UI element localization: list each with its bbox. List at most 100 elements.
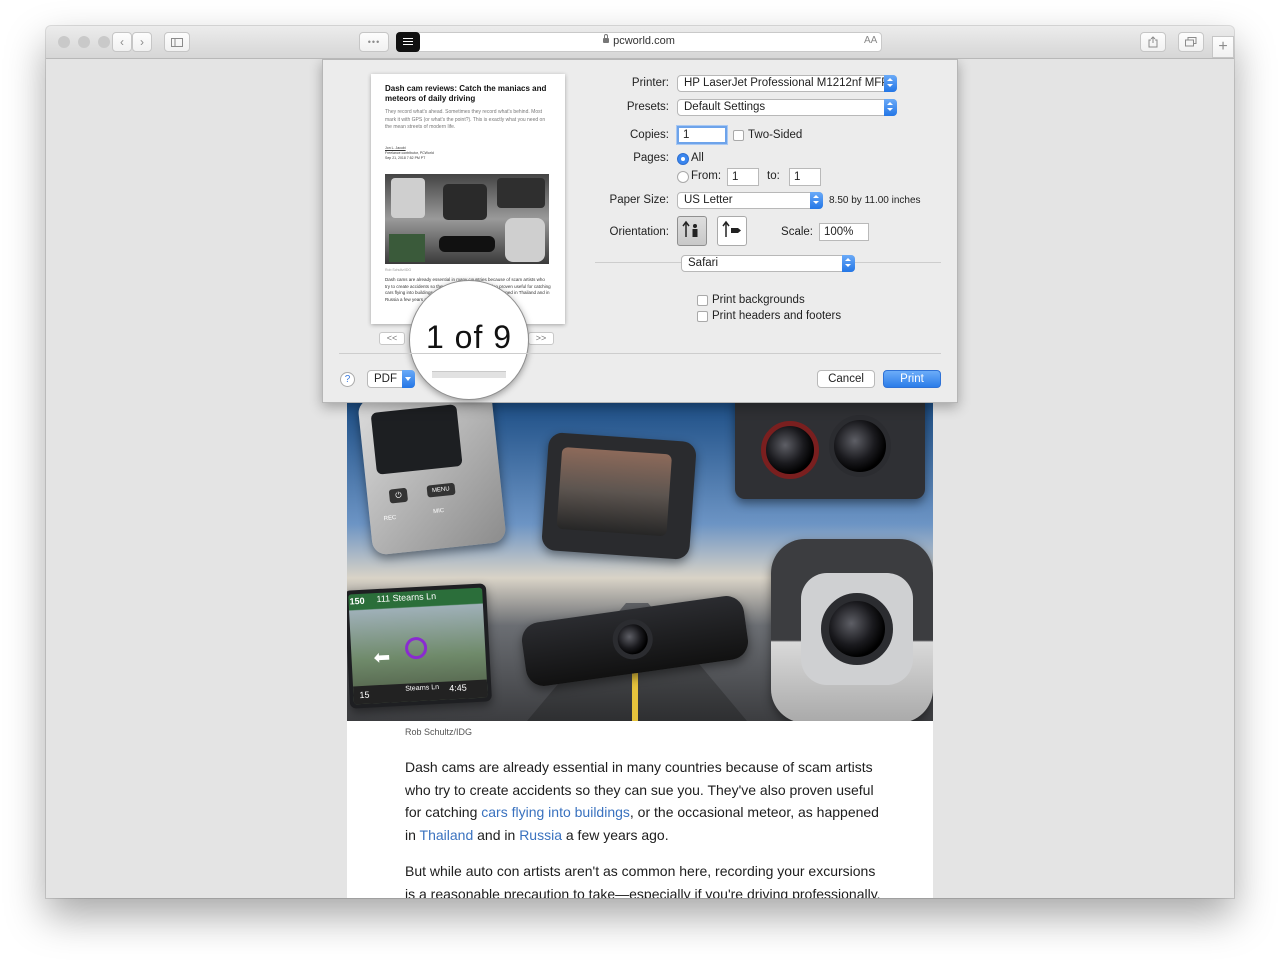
lock-icon [603,34,610,43]
cam-mic-label: MIC [432,507,445,516]
tabs-icon [1185,37,1197,47]
divider [339,353,941,354]
address-bar[interactable]: pcworld.com [396,32,882,52]
copies-input[interactable]: 1 [677,126,727,144]
preview-date: Sep 21, 2018 7:52 PM PT [385,156,426,160]
more-icon: ••• [367,37,381,47]
image-credit: Rob Schultz/IDG [405,727,473,737]
chevron-down-icon [402,370,415,388]
pages-range-radio[interactable] [677,171,689,183]
orientation-landscape-button[interactable] [717,216,747,246]
stepper-icon [842,255,855,272]
pdf-label: PDF [374,373,397,385]
web-content: ⏻ MENU REC MIC 111 Stearns Ln 150 ⬅ Stea… [46,59,1234,898]
print-backgrounds-checkbox[interactable] [697,295,708,306]
cam-rec-label: REC [383,514,397,523]
preview-image [385,174,549,264]
orientation-label: Orientation: [609,226,669,238]
paragraph-text: and in [473,826,520,843]
landscape-icon [722,220,741,237]
pages-from-input[interactable]: 1 [727,168,759,186]
two-sided-label: Two-Sided [748,129,803,141]
sidebar-icon [171,38,183,47]
paper-size-dimensions: 8.50 by 11.00 inches [829,195,921,206]
url-display[interactable]: pcworld.com [397,34,881,47]
stepper-icon [884,75,897,92]
print-options-select[interactable]: Safari [681,255,855,272]
preview-next-button[interactable]: >> [528,332,554,345]
dashcam-left: ⏻ MENU REC MIC [357,403,507,556]
sidebar-button[interactable] [164,32,190,52]
browser-window: ‹ › ••• pcworld.com AA + ⏻ MENU REC MIC … [46,26,1234,898]
preview-title: Dash cam reviews: Catch the maniacs and … [385,84,547,103]
page-indicator: 1 of 9 [425,319,513,355]
browser-toolbar: ‹ › ••• pcworld.com AA + [46,26,1234,59]
print-headers-checkbox[interactable] [697,311,708,322]
article-hero-image: ⏻ MENU REC MIC 111 Stearns Ln 150 ⬅ Stea… [347,403,933,721]
text-size-label: AA [864,35,878,46]
printer-label: Printer: [631,77,669,89]
presets-label: Presets: [626,101,669,113]
gps-unit: 111 Stearns Ln 150 ⬅ Stearns Ln 4:45 15 [347,583,492,709]
paper-size-select[interactable]: US Letter [677,192,823,209]
article-paragraph: But while auto con artists aren't as com… [405,863,881,898]
printer-value: HP LaserJet Professional M1212nf MFP [684,77,889,89]
share-icon [1148,36,1158,48]
stepper-icon [810,192,823,209]
text-size-button[interactable]: AA [864,35,877,46]
print-button[interactable]: Print [883,370,941,388]
print-backgrounds-label: Print backgrounds [712,294,805,306]
print-dialog: Dash cam reviews: Catch the maniacs and … [322,59,958,403]
orientation-portrait-button[interactable] [677,216,707,246]
link-cars-flying[interactable]: cars flying into buildings [481,804,630,820]
top-sites-button[interactable]: ••• [359,32,389,52]
new-tab-button[interactable]: + [1212,36,1234,58]
plus-icon: + [1218,38,1228,55]
printer-select[interactable]: HP LaserJet Professional M1212nf MFP [677,75,897,92]
pdf-menu-button[interactable]: PDF [367,370,415,388]
pages-to-input[interactable]: 1 [789,168,821,186]
preview-prev-button[interactable]: << [379,332,405,345]
presets-value: Default Settings [684,101,766,113]
reader-button[interactable] [396,32,420,52]
gps-street-label: 111 Stearns Ln [376,590,437,605]
preview-meta: Jon L. Jacobi Freelance contributor, PCW… [385,146,434,161]
print-headers-label: Print headers and footers [712,310,842,322]
link-russia[interactable]: Russia [519,827,562,843]
forward-button[interactable]: › [132,32,152,52]
gps-position-icon [404,636,428,660]
back-button[interactable]: ‹ [112,32,132,52]
zoom-button[interactable] [98,36,110,48]
paragraph-text: a few years ago. [561,826,669,843]
portrait-icon [682,220,698,237]
dashcam-right-bottom [771,539,933,721]
gps-next-label: 150 [349,595,365,607]
print-options-value: Safari [688,257,719,269]
pages-from-label: From: [691,170,722,182]
pages-to-label: to: [767,170,780,182]
pages-all-radio[interactable] [677,153,689,165]
cancel-button[interactable]: Cancel [817,370,875,388]
minimize-button[interactable] [78,36,90,48]
paper-size-label: Paper Size: [609,194,669,206]
close-button[interactable] [58,36,70,48]
dashcam-center [541,431,697,561]
stepper-icon [884,99,897,116]
scale-input[interactable]: 100% [819,223,869,241]
show-tabs-button[interactable] [1178,32,1204,52]
chevron-left-icon: ‹ [120,35,124,49]
share-button[interactable] [1140,32,1166,52]
two-sided-checkbox[interactable] [733,130,744,141]
presets-select[interactable]: Default Settings [677,99,897,116]
magnifier-bar [432,371,506,378]
copies-label: Copies: [630,129,669,141]
paper-size-value: US Letter [684,194,733,206]
article-body: Dash cams are already essential in many … [405,756,885,898]
cam-menu-label: MENU [426,482,456,498]
pages-all-label: All [691,152,704,164]
help-button[interactable]: ? [340,372,355,387]
article-paragraph: Dash cams are already essential in many … [405,756,885,846]
link-thailand[interactable]: Thailand [420,827,474,843]
cam-power-button: ⏻ [388,487,409,504]
preview-image-credit: Rob Schultz/IDG [385,268,412,272]
